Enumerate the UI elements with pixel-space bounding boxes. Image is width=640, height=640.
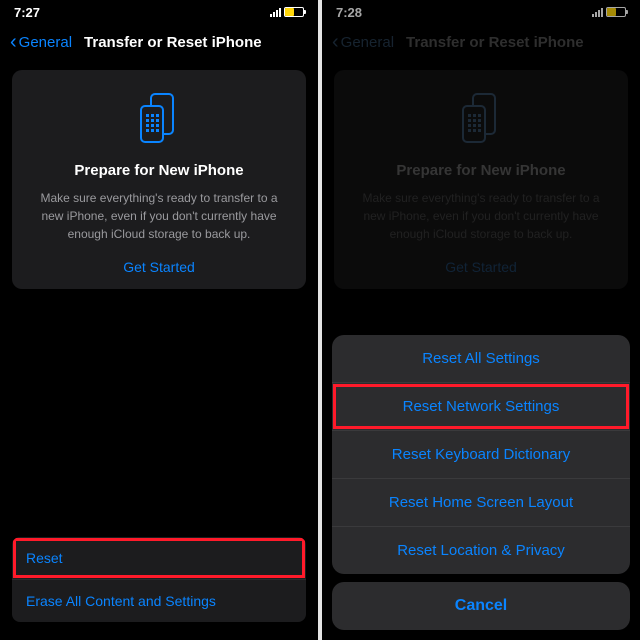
card-title: Prepare for New iPhone — [26, 162, 292, 179]
reset-row[interactable]: Reset — [12, 537, 306, 579]
battery-icon — [284, 7, 304, 17]
get-started-button[interactable]: Get Started — [26, 259, 292, 275]
reset-label: Reset — [26, 550, 63, 566]
phones-icon — [26, 88, 292, 148]
status-bar: 7:27 — [0, 0, 318, 24]
left-screenshot: 7:27 ‹ General Transfer or Reset iPhone — [0, 0, 318, 640]
right-screenshot: 7:28 ‹ General Transfer or Reset iPhone — [322, 0, 640, 640]
option-label: Reset Keyboard Dictionary — [392, 446, 570, 463]
cancel-button[interactable]: Cancel — [332, 582, 630, 630]
bottom-options: Reset Erase All Content and Settings — [12, 537, 306, 622]
nav-bar: ‹ General Transfer or Reset iPhone — [0, 24, 318, 60]
prepare-card: Prepare for New iPhone Make sure everyth… — [12, 70, 306, 289]
erase-row[interactable]: Erase All Content and Settings — [12, 579, 306, 622]
reset-all-settings-row[interactable]: Reset All Settings — [332, 335, 630, 382]
reset-network-settings-row[interactable]: Reset Network Settings — [332, 382, 630, 430]
page-title: Transfer or Reset iPhone — [84, 34, 262, 51]
erase-label: Erase All Content and Settings — [26, 593, 216, 609]
option-label: Reset Home Screen Layout — [389, 494, 573, 511]
option-label: Reset Location & Privacy — [397, 542, 565, 559]
back-button[interactable]: ‹ General — [10, 32, 72, 52]
option-label: Reset Network Settings — [403, 398, 560, 415]
back-label: General — [19, 34, 72, 51]
reset-home-screen-layout-row[interactable]: Reset Home Screen Layout — [332, 478, 630, 526]
sheet-options: Reset All Settings Reset Network Setting… — [332, 335, 630, 574]
reset-location-privacy-row[interactable]: Reset Location & Privacy — [332, 526, 630, 574]
status-indicators — [270, 7, 304, 17]
reset-keyboard-dictionary-row[interactable]: Reset Keyboard Dictionary — [332, 430, 630, 478]
card-body: Make sure everything's ready to transfer… — [26, 189, 292, 243]
signal-icon — [270, 8, 281, 17]
action-sheet: Reset All Settings Reset Network Setting… — [332, 335, 630, 630]
status-time: 7:27 — [14, 5, 40, 20]
chevron-left-icon: ‹ — [10, 32, 17, 52]
content-area: Prepare for New iPhone Make sure everyth… — [0, 60, 318, 640]
option-label: Reset All Settings — [422, 350, 540, 367]
